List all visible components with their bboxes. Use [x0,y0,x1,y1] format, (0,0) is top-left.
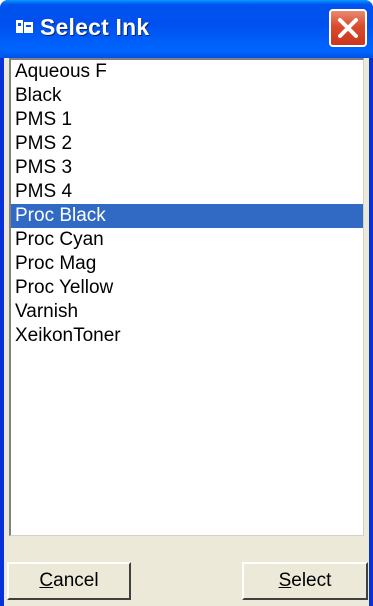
list-item[interactable]: Aqueous F [11,60,363,84]
list-item[interactable]: PMS 2 [11,132,363,156]
window-title: Select Ink [40,14,150,40]
cancel-mnemonic: C [39,570,54,591]
list-item[interactable]: PMS 1 [11,108,363,132]
close-button[interactable] [329,9,367,47]
list-item[interactable]: PMS 4 [11,180,363,204]
cancel-label: ancel [53,570,99,591]
ink-listbox[interactable]: Aqueous F Black PMS 1 PMS 2 PMS 3 PMS 4 Proc B… [9,58,364,536]
close-icon [338,18,358,38]
list-item[interactable]: XeikonToner [11,324,363,348]
list-item[interactable]: Proc Cyan [11,228,363,252]
cancel-button[interactable]: Cancel [7,562,131,600]
list-item[interactable]: PMS 3 [11,156,363,180]
list-item[interactable]: Black [11,84,363,108]
list-item[interactable]: Proc Black [11,204,363,228]
list-item[interactable]: Proc Mag [11,252,363,276]
select-button[interactable]: Select [242,562,368,600]
list-item[interactable]: Proc Yellow [11,276,363,300]
dialog-client-area: Aqueous F Black PMS 1 PMS 2 PMS 3 PMS 4 Proc B… [4,58,369,606]
ink-app-icon [16,19,34,34]
title-bar[interactable]: Select Ink [0,0,373,58]
select-ink-dialog: Select Ink Aqueous F Black PMS 1 PMS 2 PMS 3… [0,0,373,606]
select-label: elect [291,570,332,591]
list-item[interactable]: Varnish [11,300,363,324]
select-mnemonic: S [278,570,292,591]
